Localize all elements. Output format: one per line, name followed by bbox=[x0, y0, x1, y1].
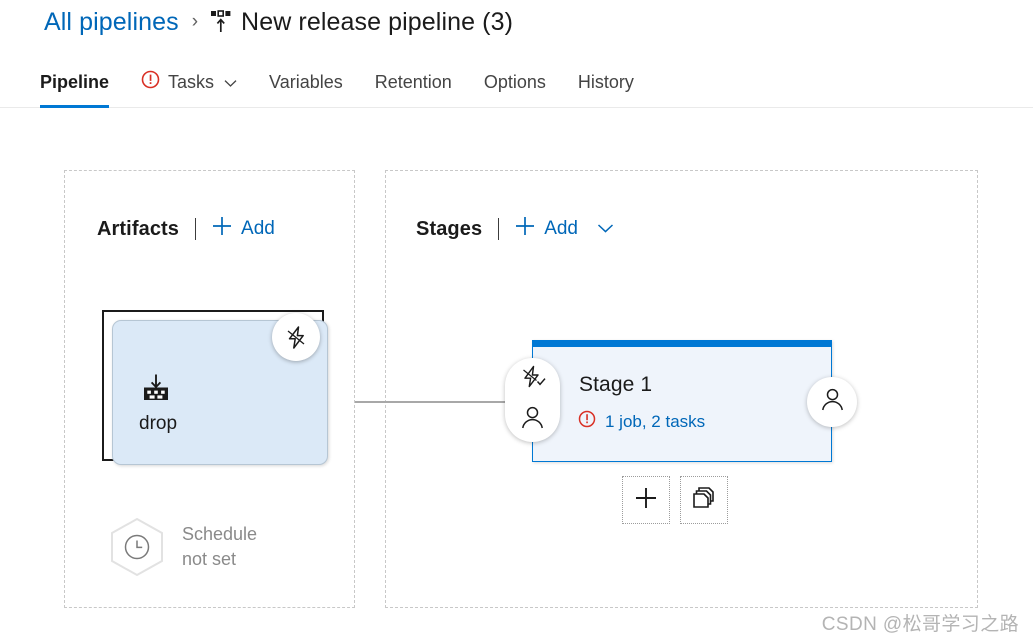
stages-panel-header: Stages Add bbox=[416, 215, 614, 243]
error-icon bbox=[578, 410, 596, 433]
post-deployment-approvals-badge[interactable] bbox=[807, 377, 857, 427]
breadcrumb-separator: › bbox=[191, 11, 199, 32]
pre-deployment-approvals-icon[interactable] bbox=[520, 405, 545, 435]
chevron-down-icon[interactable] bbox=[224, 72, 237, 93]
watermark: CSDN @松哥学习之路 bbox=[821, 614, 1019, 635]
chevron-down-icon[interactable] bbox=[597, 218, 614, 240]
header-divider bbox=[195, 218, 197, 240]
stage-name: Stage 1 bbox=[579, 373, 653, 396]
tab-history[interactable]: History bbox=[562, 56, 650, 108]
tab-pipeline[interactable]: Pipeline bbox=[38, 56, 125, 108]
artifact-stage-connector bbox=[355, 401, 522, 403]
release-pipeline-icon bbox=[210, 10, 232, 36]
schedule-line-2: not set bbox=[182, 549, 237, 569]
artifact-drop-icon bbox=[141, 373, 171, 408]
artifacts-panel-header: Artifacts Add bbox=[97, 215, 275, 243]
stage-card-stage-1[interactable]: Stage 1 1 job, 2 tasks bbox=[532, 340, 832, 462]
header-divider bbox=[498, 218, 500, 240]
tab-options[interactable]: Options bbox=[468, 56, 562, 108]
tab-tasks-label: Tasks bbox=[168, 71, 215, 92]
tab-tasks[interactable]: Tasks bbox=[125, 56, 253, 108]
plus-icon bbox=[211, 215, 233, 243]
tab-retention[interactable]: Retention bbox=[359, 56, 468, 108]
schedule-label: Schedule not set bbox=[182, 522, 257, 572]
tab-options-label: Options bbox=[483, 71, 546, 92]
schedule-line-1: Schedule bbox=[182, 524, 258, 544]
breadcrumb-all-pipelines-link[interactable]: All pipelines bbox=[44, 8, 179, 37]
tab-bar: Pipeline Tasks Variables Retention Optio… bbox=[0, 56, 1033, 108]
add-stage-label: Add bbox=[544, 218, 578, 239]
post-deployment-approvals-icon bbox=[820, 387, 845, 417]
pre-deployment-conditions-badge[interactable] bbox=[505, 358, 560, 442]
tab-pipeline-label: Pipeline bbox=[40, 71, 110, 92]
add-stage-link[interactable]: Add bbox=[514, 215, 614, 243]
breadcrumb: All pipelines › New release pipeline (3) bbox=[44, 0, 513, 44]
tab-variables-label: Variables bbox=[269, 71, 343, 92]
add-artifact-button[interactable]: Add bbox=[211, 215, 275, 243]
page-title: New release pipeline (3) bbox=[241, 7, 514, 36]
continuous-deployment-trigger-icon[interactable] bbox=[272, 313, 320, 361]
plus-icon bbox=[633, 485, 659, 516]
copy-icon bbox=[691, 485, 717, 516]
artifacts-title: Artifacts bbox=[97, 217, 180, 240]
stages-title: Stages bbox=[416, 217, 483, 240]
artifact-node-label: drop bbox=[139, 413, 178, 434]
schedule-trigger[interactable]: Schedule not set bbox=[108, 517, 257, 577]
stage-tasks-link[interactable]: 1 job, 2 tasks bbox=[578, 410, 705, 433]
pre-deployment-conditions-icon[interactable] bbox=[520, 365, 546, 394]
stage-status-text: 1 job, 2 tasks bbox=[605, 411, 706, 431]
add-artifact-label: Add bbox=[241, 218, 275, 239]
tab-retention-label: Retention bbox=[374, 71, 452, 92]
release-pipeline-editor: All pipelines › New release pipeline (3)… bbox=[0, 0, 1033, 644]
plus-icon bbox=[514, 215, 536, 243]
clone-stage-button[interactable] bbox=[680, 476, 728, 524]
stage-actions bbox=[622, 476, 728, 524]
error-icon bbox=[141, 70, 160, 94]
clock-icon bbox=[108, 517, 166, 577]
tab-active-indicator bbox=[40, 105, 110, 108]
add-stage-button[interactable] bbox=[622, 476, 670, 524]
tab-variables[interactable]: Variables bbox=[253, 56, 359, 108]
tab-history-label: History bbox=[577, 71, 634, 92]
